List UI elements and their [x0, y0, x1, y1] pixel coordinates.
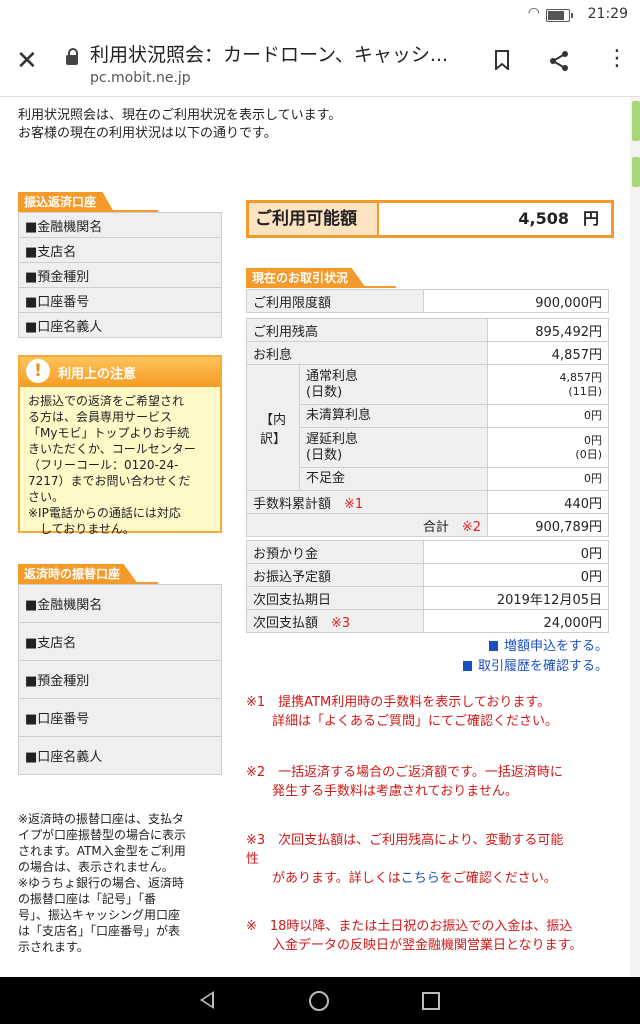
scheduled-transfer-value: 0円	[423, 563, 609, 587]
late-interest-label: 遅延利息 (日数)	[298, 427, 489, 468]
sum-label: 合計 ※2	[245, 513, 489, 537]
transfer-account-title: 返済時の振替口座	[18, 564, 139, 584]
page-title[interactable]: 利用状況照会：カードローン、キャッシ...	[90, 40, 460, 67]
note-2: ※2 一括返済する場合のご返済額です。一括返済時に 発生する手数料は考慮されてお…	[246, 765, 563, 799]
status-time: 21:29	[587, 6, 628, 22]
fee-total-label: 手数料累計額 ※1	[245, 490, 489, 514]
limit-value: 900,000円	[423, 289, 609, 313]
balance-value: 895,492円	[487, 318, 609, 342]
note-1: ※1 提携ATM利用時の手数料を表示しております。 詳細は「よくあるご質問」にて…	[246, 695, 559, 729]
limit-label: ご利用限度額	[246, 289, 424, 313]
back-icon[interactable]	[200, 991, 214, 1009]
available-amount-value: 4,508	[518, 209, 569, 228]
repay-account-number: ■口座番号	[18, 287, 222, 313]
repay-bank-name: ■金融機関名	[18, 212, 222, 238]
next-payment-date-label: 次回支払期日	[246, 586, 424, 610]
repay-account-holder: ■口座名義人	[18, 312, 222, 338]
increase-request-link[interactable]: 増額申込をする。	[488, 635, 608, 654]
usage-notice: ! 利用上の注意 お振込での返済をご希望され る方は、会員専用サービス 「Myモ…	[18, 355, 222, 536]
notice-body: お振込での返済をご希望され る方は、会員専用サービス 「Myモビ」トップよりお手…	[28, 394, 196, 536]
transaction-status-title: 現在のお取引状況	[246, 268, 367, 288]
transfer-bank-name: ■金融機関名	[18, 584, 222, 623]
fee-total-value: 440円	[487, 490, 609, 514]
transfer-account-note: ※返済時の振替口座は、支払タ イプが口座振替型の場合に表示 されます。ATM入金…	[18, 812, 187, 954]
unsettled-interest-label: 未清算利息	[298, 404, 489, 428]
more-options-icon[interactable]: ⋮	[606, 48, 628, 70]
available-amount-unit: 円	[582, 209, 599, 228]
repay-account-table: ■金融機関名 ■支店名 ■預金種別 ■口座番号 ■口座名義人	[18, 212, 222, 338]
home-icon[interactable]	[309, 991, 329, 1011]
status-bar: ◠ 21:29	[0, 0, 640, 30]
note-4: ※ 18時以降、または土日祝のお振込での入金は、振込 入金データの反映日が翌金融…	[246, 919, 583, 953]
note-3: ※3 次回支払額は、ご利用残高により、変動する可能 性 があります。詳しくはこち…	[246, 833, 564, 886]
side-tab[interactable]	[632, 157, 640, 187]
next-payment-date-value: 2019年12月05日	[423, 586, 609, 610]
lock-icon	[66, 48, 78, 65]
next-payment-amount-label: 次回支払額 ※3	[246, 609, 424, 633]
share-icon[interactable]	[548, 50, 570, 72]
available-amount-box: ご利用可能額 4,508 円	[246, 200, 614, 238]
battery-icon	[546, 9, 573, 22]
notice-header: ! 利用上の注意	[20, 357, 220, 387]
transaction-history-link[interactable]: 取引履歴を確認する。	[462, 655, 608, 674]
notice-title: 利用上の注意	[58, 367, 137, 382]
balance-label: ご利用残高	[245, 318, 489, 342]
transfer-account-number: ■口座番号	[18, 698, 222, 737]
transfer-account-table: ■金融機関名 ■支店名 ■預金種別 ■口座番号 ■口座名義人	[18, 584, 222, 775]
close-icon[interactable]: ✕	[16, 48, 38, 74]
browser-toolbar: ✕ 利用状況照会：カードローン、キャッシ... pc.mobit.ne.jp ⋮	[0, 30, 640, 97]
deposit-label: お預かり金	[246, 540, 424, 564]
warning-icon: !	[26, 359, 50, 383]
normal-interest-value: 4,857円 (11日)	[487, 364, 609, 405]
limit-table: ご利用限度額 900,000円	[246, 289, 609, 313]
schedule-table: お預かり金 0円 お振込予定額 0円 次回支払期日 2019年12月05日 次回…	[246, 540, 609, 633]
details-link[interactable]: こちら	[401, 871, 440, 886]
intro-text: 利用状況照会は、現在のご利用状況を表示しています。 お客様の現在の利用状況は以下…	[18, 108, 342, 141]
shortage-value: 0円	[487, 467, 609, 491]
unsettled-interest-value: 0円	[487, 404, 609, 428]
recent-apps-icon[interactable]	[422, 992, 440, 1010]
normal-interest-label: 通常利息 (日数)	[298, 364, 489, 405]
system-nav-bar	[0, 977, 640, 1024]
page-content: 利用状況照会は、現在のご利用状況を表示しています。 お客様の現在の利用状況は以下…	[0, 97, 630, 977]
scheduled-transfer-label: お振込予定額	[246, 563, 424, 587]
transfer-account-holder: ■口座名義人	[18, 736, 222, 775]
link-arrow-icon	[488, 641, 498, 651]
interest-value: 4,857円	[487, 341, 609, 365]
breakdown-label: 【内訳】	[246, 364, 300, 491]
late-interest-value: 0円 (0日)	[487, 427, 609, 468]
side-tab[interactable]	[632, 101, 640, 141]
divider	[246, 286, 396, 288]
repay-account-title: 振込返済口座	[18, 192, 115, 212]
deposit-value: 0円	[423, 540, 609, 564]
available-amount-label: ご利用可能額	[249, 203, 379, 235]
sum-value: 900,789円	[487, 513, 609, 537]
page-domain[interactable]: pc.mobit.ne.jp	[90, 70, 191, 86]
transfer-deposit-type: ■預金種別	[18, 660, 222, 699]
repay-branch-name: ■支店名	[18, 237, 222, 263]
wifi-icon: ◠	[527, 5, 540, 21]
side-tabs	[630, 97, 640, 977]
bookmark-icon[interactable]	[494, 50, 510, 70]
interest-label: お利息	[245, 341, 489, 365]
balance-table: ご利用残高 895,492円 お利息 4,857円 【内訳】 通常利息 (日数)…	[245, 318, 609, 537]
transfer-branch-name: ■支店名	[18, 622, 222, 661]
shortage-label: 不足金	[298, 467, 489, 491]
repay-deposit-type: ■預金種別	[18, 262, 222, 288]
next-payment-amount-value: 24,000円	[423, 609, 609, 633]
link-arrow-icon	[462, 661, 472, 671]
